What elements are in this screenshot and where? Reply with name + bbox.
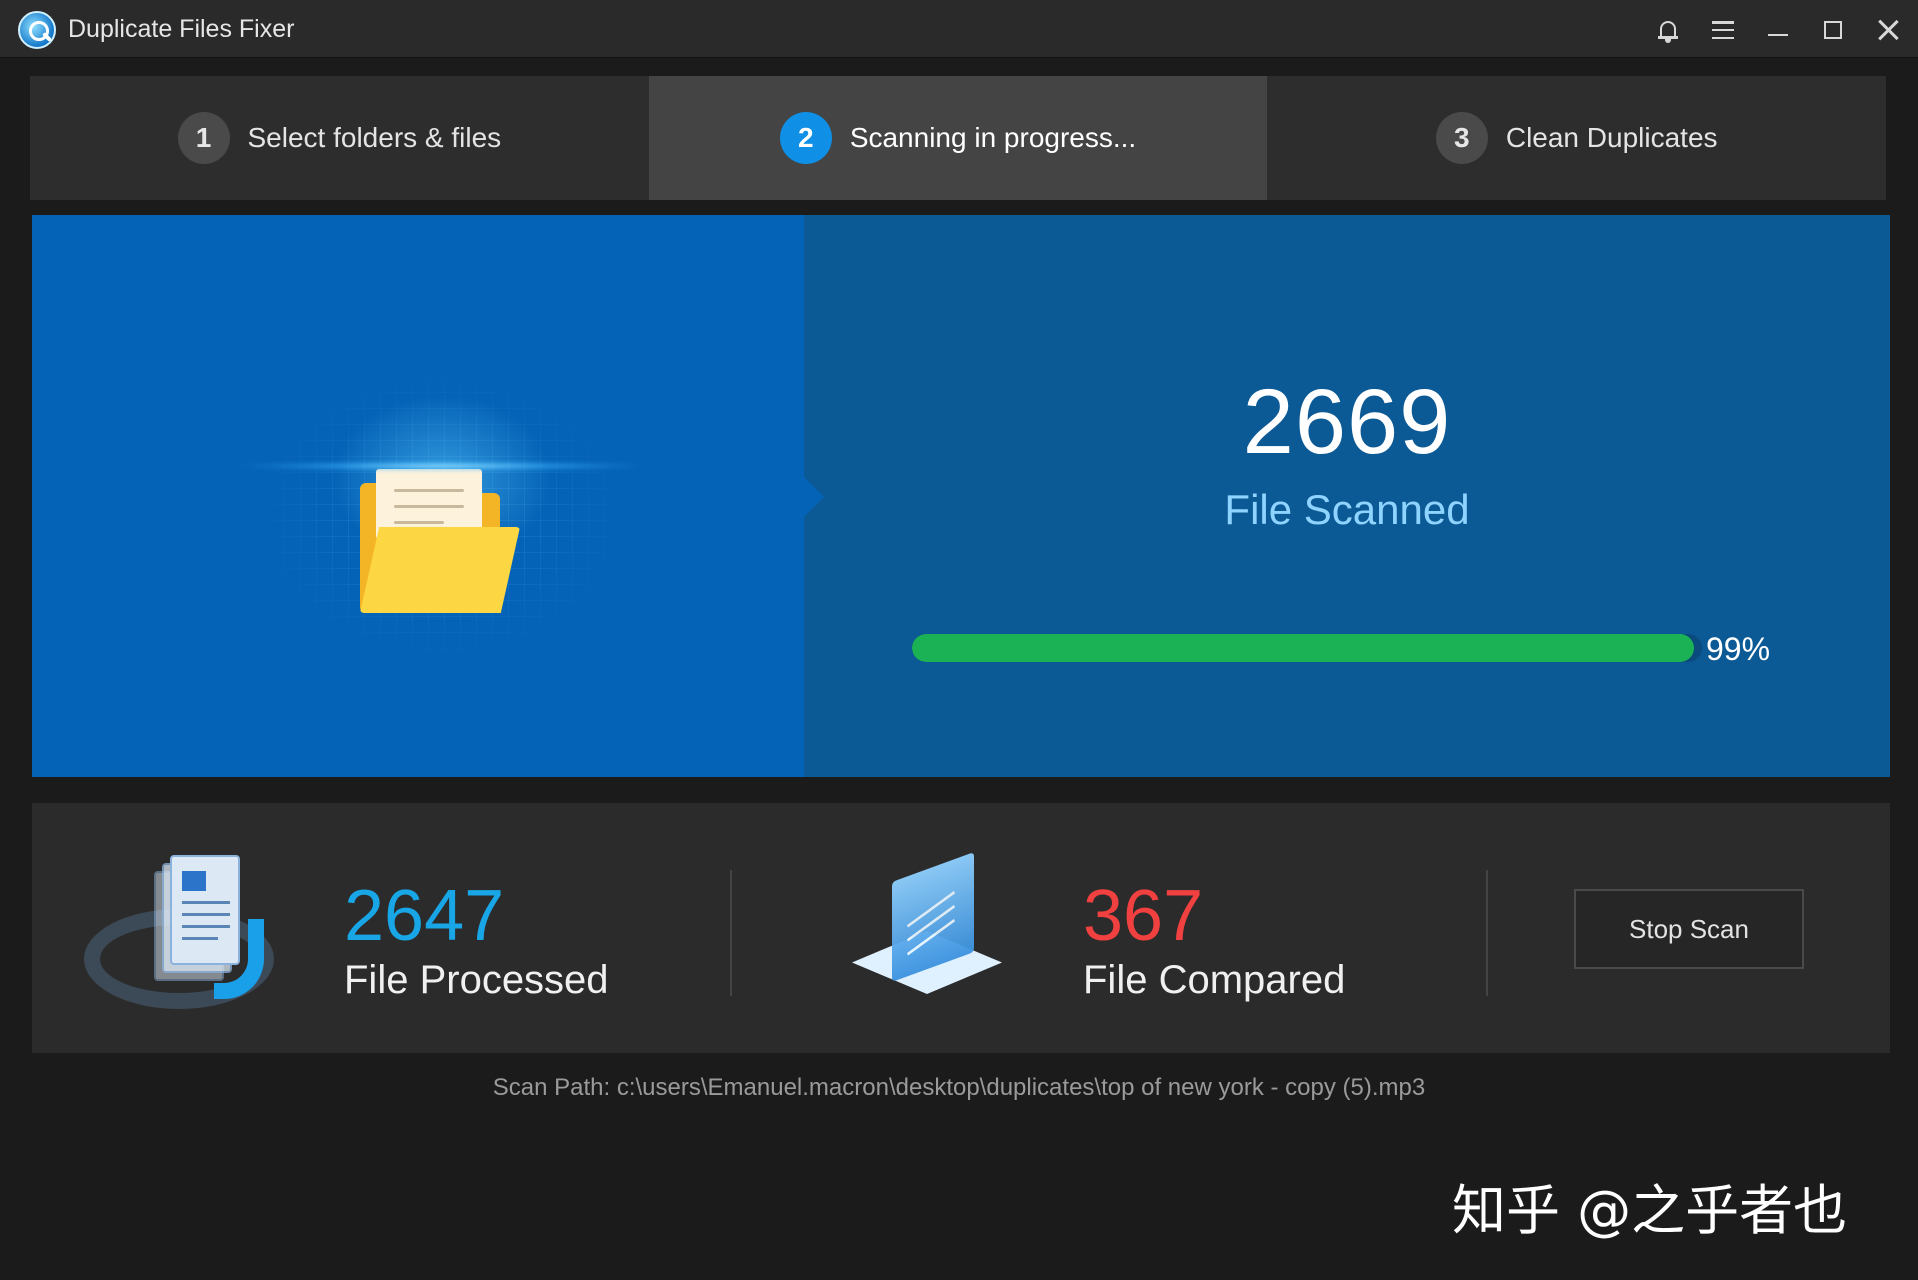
app-logo-icon [18,11,56,49]
step-label: Clean Duplicates [1505,122,1718,153]
step-select-folders: 1 Select folders & files [30,76,649,200]
stats-divider [730,870,732,996]
files-scanned-label: File Scanned [1224,486,1470,533]
file-compared-icon [822,852,1022,1013]
scan-path: Scan Path: c:\users\Emanuel.macron\deskt… [492,1074,1426,1101]
scan-progress-percent: 99% [1706,631,1771,667]
folder-scan-icon [350,455,540,615]
step-number: 1 [177,112,230,164]
scan-stats-bar: 2647 File Processed 367 File Compared St… [32,803,1890,1053]
stats-divider [1486,870,1488,996]
step-label: Select folders & files [247,122,502,153]
watermark: 知乎 @之乎者也 [1452,1179,1848,1242]
files-processed-label: File Processed [344,958,609,1002]
window-title: Duplicate Files Fixer [68,15,295,43]
stop-scan-button[interactable]: Stop Scan [1574,889,1804,969]
scan-illustration-panel [32,215,804,777]
hamburger-menu-icon[interactable] [1703,10,1743,50]
scan-panel: 2669 File Scanned 99% [32,215,1890,777]
scan-progress-bar [912,634,1702,662]
file-processed-icon [84,849,294,1019]
step-indicator: 1 Select folders & files 2 Scanning in p… [30,76,1886,200]
bell-icon[interactable] [1648,10,1688,50]
files-scanned-count: 2669 [1242,371,1452,473]
files-compared-count: 367 [1083,876,1204,956]
step-scanning: 2 Scanning in progress... [648,76,1268,200]
close-icon[interactable] [1868,10,1908,50]
files-compared-label: File Compared [1083,958,1346,1002]
scan-light-line [232,461,652,471]
scan-stats-panel: 2669 File Scanned 99% [804,215,1890,777]
step-number: 2 [779,112,832,164]
step-clean-duplicates: 3 Clean Duplicates [1267,76,1886,200]
maximize-icon[interactable] [1813,10,1853,50]
step-label: Scanning in progress... [849,122,1137,153]
minimize-icon[interactable] [1758,10,1798,50]
files-processed-count: 2647 [344,876,505,956]
scan-progress-fill [912,634,1695,662]
title-bar: Duplicate Files Fixer [0,0,1918,58]
step-number: 3 [1435,112,1488,164]
